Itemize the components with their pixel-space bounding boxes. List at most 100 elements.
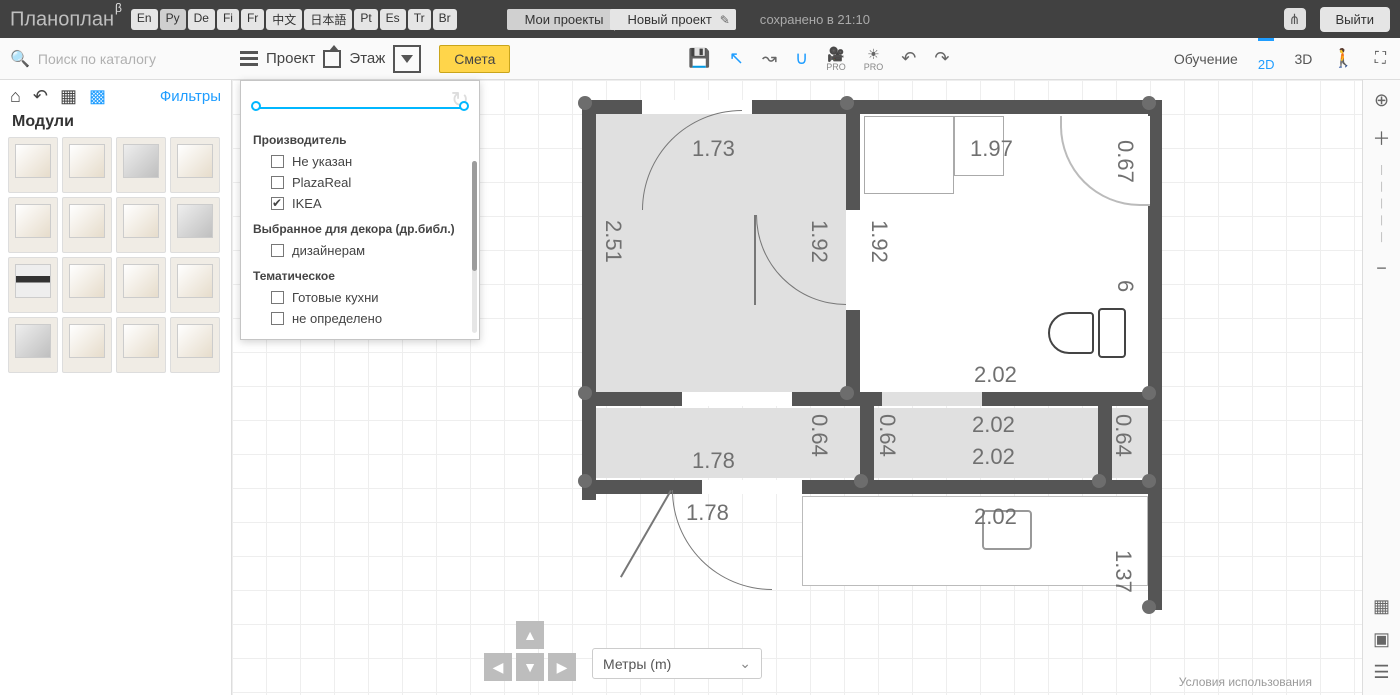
lang-fi[interactable]: Fi — [217, 9, 239, 30]
search-input[interactable] — [36, 50, 206, 68]
lang-fr[interactable]: Fr — [241, 9, 264, 30]
pan-down[interactable]: ▼ — [516, 653, 544, 681]
layers-icon[interactable]: ☰ — [1373, 662, 1389, 683]
filters-link[interactable]: Фильтры — [160, 88, 221, 105]
floor-icon[interactable] — [323, 50, 341, 68]
filter-item[interactable]: Готовые кухни — [253, 287, 475, 308]
module-thumb[interactable] — [116, 257, 166, 313]
wall-outer-right[interactable] — [1148, 100, 1162, 500]
lang-tr[interactable]: Tr — [408, 9, 431, 30]
wall-node[interactable] — [1142, 96, 1156, 110]
checkbox-icon[interactable] — [271, 176, 284, 189]
module-thumb[interactable] — [8, 197, 58, 253]
light-pro-icon[interactable]: ☀PRO — [864, 46, 884, 72]
wall-node[interactable] — [840, 386, 854, 400]
lang-日本語[interactable]: 日本語 — [304, 9, 352, 30]
home-icon[interactable]: ⌂ — [10, 86, 21, 107]
checkbox-icon[interactable] — [271, 291, 284, 304]
zoom-out-icon[interactable]: − — [1376, 258, 1387, 279]
lang-de[interactable]: De — [188, 9, 215, 30]
floor-dropdown-icon[interactable] — [393, 45, 421, 73]
edit-name-icon[interactable]: ✎ — [720, 13, 730, 27]
magnet-icon[interactable]: ∪ — [795, 48, 808, 69]
module-thumb[interactable] — [170, 197, 220, 253]
lang-中文[interactable]: 中文 — [266, 9, 302, 30]
wall-kitchen-right[interactable] — [1148, 480, 1162, 610]
image-icon[interactable]: ▣ — [1373, 629, 1390, 650]
price-slider[interactable] — [255, 107, 465, 109]
wall-node[interactable] — [840, 96, 854, 110]
menu-icon[interactable] — [240, 51, 258, 66]
module-thumb[interactable] — [116, 137, 166, 193]
grid-toggle-icon[interactable]: ▦ — [1373, 596, 1390, 617]
fullscreen-icon[interactable]: ⛶ — [1375, 50, 1386, 68]
breadcrumb-projects[interactable]: Мои проекты — [507, 9, 616, 30]
wall-node[interactable] — [1142, 600, 1156, 614]
mode-2d[interactable]: 2D — [1258, 38, 1275, 80]
wall-node[interactable] — [578, 386, 592, 400]
wall-node[interactable] — [1142, 474, 1156, 488]
lang-ру[interactable]: Ру — [160, 9, 186, 30]
undo-icon[interactable]: ↶ — [901, 48, 916, 69]
back-icon[interactable]: ↶ — [33, 86, 48, 107]
estimate-button[interactable]: Смета — [439, 45, 510, 73]
module-thumb[interactable] — [170, 137, 220, 193]
pointer-icon[interactable]: ↖ — [729, 48, 744, 69]
lang-br[interactable]: Br — [433, 9, 457, 30]
wall-node[interactable] — [1092, 474, 1106, 488]
pan-right[interactable]: ▶ — [548, 653, 576, 681]
camera-pro-icon[interactable]: 🎥PRO — [826, 46, 846, 72]
pan-up[interactable]: ▲ — [516, 621, 544, 649]
toilet[interactable] — [1048, 308, 1126, 358]
wall-node[interactable] — [1142, 386, 1156, 400]
breadcrumb-current[interactable]: Новый проект ✎ — [610, 9, 736, 30]
filter-item[interactable]: дизайнерам — [253, 240, 475, 261]
checkbox-icon[interactable] — [271, 312, 284, 325]
filter-item[interactable]: PlazaReal — [253, 172, 475, 193]
zoom-in-icon[interactable]: ＋ — [1373, 125, 1391, 151]
filter-item[interactable]: не определено — [253, 308, 475, 329]
walk-mode-icon[interactable]: 🚶 — [1332, 48, 1354, 69]
module-thumb[interactable] — [62, 317, 112, 373]
checkbox-icon[interactable] — [271, 197, 284, 210]
lang-es[interactable]: Es — [380, 9, 406, 30]
floor-label[interactable]: Этаж — [349, 50, 385, 67]
module-thumb[interactable] — [170, 257, 220, 313]
wall-outer-left[interactable] — [582, 100, 596, 500]
lang-en[interactable]: En — [131, 9, 158, 30]
wall-node[interactable] — [578, 96, 592, 110]
module-thumb[interactable] — [62, 197, 112, 253]
terms-link[interactable]: Условия использования — [1179, 675, 1312, 689]
module-thumb[interactable] — [8, 257, 58, 313]
filter-item[interactable]: Не указан — [253, 151, 475, 172]
training-link[interactable]: Обучение — [1174, 51, 1238, 67]
checkbox-icon[interactable] — [271, 155, 284, 168]
zoom-slider[interactable]: — — — — — — [1376, 165, 1387, 244]
grid-small-icon[interactable]: ▩ — [89, 86, 106, 107]
pan-left[interactable]: ◀ — [484, 653, 512, 681]
mode-3d[interactable]: 3D — [1294, 51, 1312, 67]
logout-button[interactable]: Выйти — [1320, 7, 1391, 32]
module-thumb[interactable] — [8, 137, 58, 193]
save-icon[interactable]: 💾 — [688, 48, 710, 69]
wall-node[interactable] — [854, 474, 868, 488]
target-icon[interactable]: ⊕ — [1374, 90, 1389, 111]
filter-scrollbar[interactable] — [472, 161, 477, 333]
module-thumb[interactable] — [170, 317, 220, 373]
wall-node[interactable] — [578, 474, 592, 488]
module-thumb[interactable] — [62, 137, 112, 193]
module-thumb[interactable] — [62, 257, 112, 313]
module-thumb[interactable] — [8, 317, 58, 373]
lang-pt[interactable]: Pt — [354, 9, 377, 30]
grid-large-icon[interactable]: ▦ — [60, 86, 77, 107]
redo-icon[interactable]: ↷ — [934, 48, 949, 69]
module-thumb[interactable] — [116, 197, 166, 253]
slider-handle-max[interactable] — [459, 101, 469, 111]
filter-item[interactable]: IKEA — [253, 193, 475, 214]
project-label[interactable]: Проект — [266, 50, 315, 67]
slider-handle-min[interactable] — [251, 101, 261, 111]
checkbox-icon[interactable] — [271, 244, 284, 257]
units-select[interactable]: Метры (m) ⌄ — [592, 648, 762, 679]
bathroom-cabinet[interactable] — [864, 116, 954, 194]
share-icon[interactable]: ⋔ — [1284, 8, 1306, 30]
